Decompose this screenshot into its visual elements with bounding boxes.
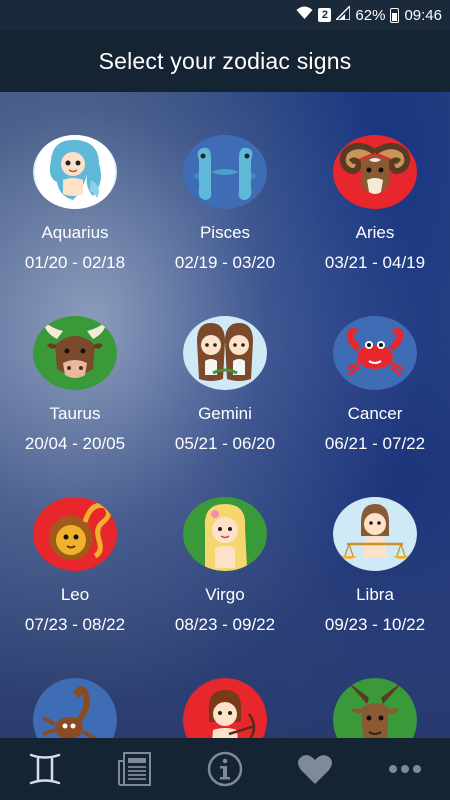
heart-icon [298,755,332,784]
sign-card-aries[interactable]: Aries 03/21 - 04/19 [300,92,450,273]
more-icon [389,765,421,773]
sign-card-pisces[interactable]: Pisces 02/19 - 03/20 [150,92,300,273]
sign-card-capricorn[interactable] [300,635,450,738]
signal-icon [334,4,352,24]
aquarius-icon [33,135,117,209]
taurus-icon [33,316,117,390]
sign-card-cancer[interactable]: Cancer 06/21 - 07/22 [300,273,450,454]
sign-name: Libra [356,585,394,604]
sign-name: Virgo [205,585,245,604]
sign-name: Leo [60,585,90,604]
capricorn-icon [333,678,417,738]
status-bar: 2 62% 09:46 [0,0,450,30]
sign-name: Gemini [198,404,252,423]
nav-news-button[interactable] [100,738,170,800]
sign-dates: 08/23 - 09/22 [174,615,276,634]
nav-favorites-button[interactable] [280,738,350,800]
cancer-icon [333,316,417,390]
clock: 09:46 [404,6,442,24]
scorpio-icon [33,678,117,738]
sign-name: Aries [355,223,395,242]
sign-dates: 07/23 - 08/22 [24,615,126,634]
sign-card-gemini[interactable]: Gemini 05/21 - 06/20 [150,273,300,454]
sign-dates: 09/23 - 10/22 [324,615,426,634]
pisces-icon [183,135,267,209]
battery-percent: 62% [355,6,386,24]
sign-card-taurus[interactable]: Taurus 20/04 - 20/05 [0,273,150,454]
sign-name: Cancer [347,404,403,423]
sign-card-sagittarius[interactable] [150,635,300,738]
bottom-nav [0,738,450,800]
sign-dates: 20/04 - 20/05 [24,434,126,453]
sim-icon: 2 [318,8,332,22]
sign-dates: 06/21 - 07/22 [324,434,426,453]
wifi-icon [296,6,313,24]
page-title: Select your zodiac signs [0,30,450,92]
gemini-icon [183,316,267,390]
sign-dates: 03/21 - 04/19 [324,253,426,272]
nav-zodiac-button[interactable] [10,738,80,800]
nav-info-button[interactable] [190,738,260,800]
sign-dates: 02/19 - 03/20 [174,253,276,272]
gemini-symbol-icon [29,753,61,785]
aries-icon [333,135,417,209]
zodiac-grid: Aquarius 01/20 - 02/18 Pisces 02/19 - 03… [0,92,450,738]
nav-more-button[interactable] [370,738,440,800]
sign-card-virgo[interactable]: Virgo 08/23 - 09/22 [150,454,300,635]
sagittarius-icon [183,678,267,738]
sign-dates: 01/20 - 02/18 [24,253,126,272]
zodiac-grid-container[interactable]: Aquarius 01/20 - 02/18 Pisces 02/19 - 03… [0,92,450,738]
sign-card-leo[interactable]: Leo 07/23 - 08/22 [0,454,150,635]
sign-card-libra[interactable]: Libra 09/23 - 10/22 [300,454,450,635]
sign-card-scorpio[interactable] [0,635,150,738]
leo-icon [33,497,117,571]
sign-name: Aquarius [41,223,109,242]
info-icon [207,751,243,787]
newspaper-icon [118,752,151,786]
battery-icon [390,7,400,23]
libra-icon [333,497,417,571]
sign-name: Taurus [49,404,101,423]
virgo-icon [183,497,267,571]
sign-card-aquarius[interactable]: Aquarius 01/20 - 02/18 [0,92,150,273]
sign-dates: 05/21 - 06/20 [174,434,276,453]
sign-name: Pisces [199,223,251,242]
